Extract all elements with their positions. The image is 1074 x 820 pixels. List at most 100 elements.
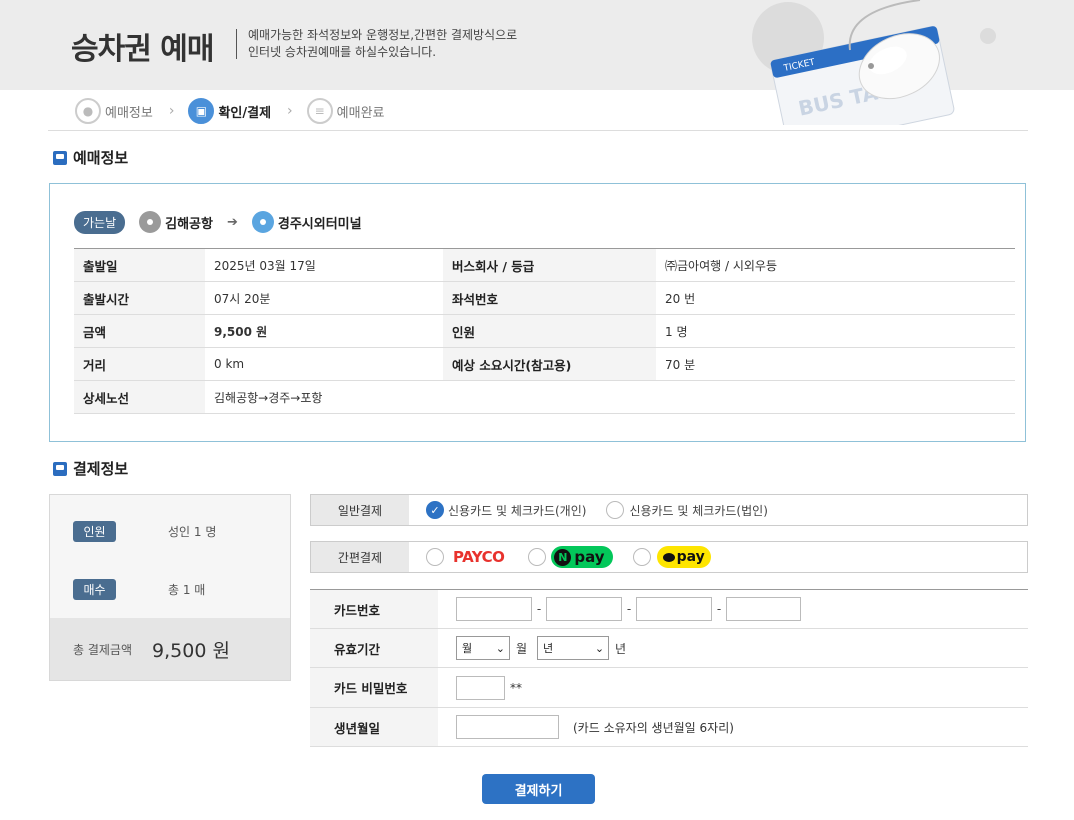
birthdate-row: 생년월일 (카드 소유자의 생년월일 6자리) xyxy=(310,707,1028,747)
section-title-reservation: 예매정보 xyxy=(53,147,128,168)
row-header: 예상 소요시간(참고용) xyxy=(443,347,656,381)
step-label: 예매정보 xyxy=(105,105,153,121)
radio-button[interactable] xyxy=(606,501,625,519)
row-header: 금액 xyxy=(74,314,205,348)
summary-total-row: 총 결제금액 9,500 원 xyxy=(50,618,290,680)
total-label: 총 결제금액 xyxy=(73,642,133,657)
row-value: 07시 20분 xyxy=(205,281,443,315)
arrival-pin-icon xyxy=(251,211,274,233)
radio-button[interactable] xyxy=(632,548,651,566)
chevron-right-icon: › xyxy=(168,103,175,119)
row-value: 1 명 xyxy=(656,314,1015,348)
expiry-year-select[interactable]: 년 ⌄ xyxy=(537,636,610,660)
option-naver-pay[interactable]: N pay xyxy=(528,546,613,568)
card-number-input-1[interactable] xyxy=(456,597,532,621)
expiry-month-select[interactable]: 월 ⌄ xyxy=(456,636,510,660)
selected-value: 년 xyxy=(543,642,554,655)
progress-steps: ● 예매정보 › ▣ 확인/결제 › ≡ 예매완료 xyxy=(75,97,385,125)
row-value: 20 번 xyxy=(656,281,1015,315)
chevron-right-icon: › xyxy=(287,103,293,119)
birthdate-label: 생년월일 xyxy=(310,707,438,747)
option-personal-card[interactable]: ✓ 신용카드 및 체크카드(개인) xyxy=(426,501,586,519)
naver-n-icon: N xyxy=(554,548,572,566)
route-summary: 가는날 김해공항 ➔ 경주시외터미널 xyxy=(74,209,362,235)
bus-icon xyxy=(53,461,67,476)
price-value: 9,500 원 xyxy=(205,314,443,348)
row-value: 0 km xyxy=(205,347,443,381)
summary-people-row: 인원 성인 1 명 xyxy=(50,521,290,542)
page-title: 승차권 예매 xyxy=(71,32,214,67)
payco-logo: PAYCO xyxy=(453,548,505,566)
people-value: 성인 1 명 xyxy=(168,525,217,539)
row-header: 출발일 xyxy=(74,248,205,282)
card-password-row: 카드 비밀번호 ** xyxy=(310,667,1028,708)
step-confirm-payment: ▣ 확인/결제 xyxy=(188,98,271,124)
step-label: 확인/결제 xyxy=(218,105,272,121)
row-header: 출발시간 xyxy=(74,281,205,315)
chevron-down-icon: ⌄ xyxy=(594,641,605,655)
reservation-detail-table: 출발일 2025년 03월 17일 버스회사 / 등급 ㈜금아여행 / 시외우등… xyxy=(74,248,1015,414)
ticket-count-value: 총 1 매 xyxy=(168,583,206,597)
people-badge: 인원 xyxy=(73,521,116,542)
card-number-fields: --- xyxy=(438,589,1028,629)
card-password-fields: ** xyxy=(438,667,1028,708)
table-row: 출발일 2025년 03월 17일 버스회사 / 등급 ㈜금아여행 / 시외우등 xyxy=(74,248,1015,282)
ticket-count-badge: 매수 xyxy=(73,579,116,600)
row-header: 인원 xyxy=(443,314,656,348)
expiry-row: 유효기간 월 ⌄ 월 년 ⌄ 년 xyxy=(310,628,1028,668)
radio-button[interactable] xyxy=(426,548,444,566)
row-header: 버스회사 / 등급 xyxy=(443,248,656,282)
section-title-text: 예매정보 xyxy=(73,149,129,167)
trip-direction-badge: 가는날 xyxy=(74,210,126,234)
month-unit: 월 xyxy=(516,641,528,656)
table-row: 상세노선 김해공항→경주→포항 xyxy=(74,380,1015,414)
card-password-label: 카드 비밀번호 xyxy=(310,667,438,708)
pay-button[interactable]: 결제하기 xyxy=(482,774,595,804)
row-header: 거리 xyxy=(74,347,205,381)
speech-bubble-icon xyxy=(662,552,675,562)
kakao-pay-logo: pay xyxy=(656,546,711,568)
dash-separator: - xyxy=(626,602,632,616)
option-kakao-pay[interactable]: pay xyxy=(632,546,711,568)
row-value: 70 분 xyxy=(656,347,1015,381)
checkmark-icon[interactable]: ✓ xyxy=(426,501,444,519)
radio-button[interactable] xyxy=(528,548,547,566)
chevron-down-icon: ⌄ xyxy=(495,641,505,655)
payment-summary: 인원 성인 1 명 매수 총 1 매 총 결제금액 9,500 원 xyxy=(49,494,291,681)
step-label: 예매완료 xyxy=(336,105,385,121)
option-payco[interactable]: PAYCO xyxy=(426,548,505,566)
naver-pay-text: pay xyxy=(574,548,605,566)
password-suffix: ** xyxy=(510,680,522,695)
route-detail-value: 김해공항→경주→포항 xyxy=(205,380,1015,414)
step-reservation-complete: ≡ 예매완료 xyxy=(306,98,385,124)
table-row: 거리 0 km 예상 소요시간(참고용) 70 분 xyxy=(74,347,1015,381)
card-password-input[interactable] xyxy=(456,675,505,700)
arrival-terminal: 경주시외터미널 xyxy=(277,216,362,232)
kakao-pay-text: pay xyxy=(676,549,705,565)
total-amount: 9,500 원 xyxy=(152,639,230,662)
arrow-right-icon: ➔ xyxy=(226,214,238,230)
card-number-input-4[interactable] xyxy=(726,597,801,621)
card-number-input-3[interactable] xyxy=(636,597,712,621)
table-row: 출발시간 07시 20분 좌석번호 20 번 xyxy=(74,281,1015,315)
table-row: 금액 9,500 원 인원 1 명 xyxy=(74,314,1015,348)
general-payment-bar: 일반결제 ✓ 신용카드 및 체크카드(개인) 신용카드 및 체크카드(법인) xyxy=(310,494,1028,526)
ticket-mouse-illustration: TICKET BUS TAGO xyxy=(750,0,1074,125)
birthdate-fields: (카드 소유자의 생년월일 6자리) xyxy=(438,707,1028,747)
year-unit: 년 xyxy=(615,641,627,656)
card-number-input-2[interactable] xyxy=(546,597,622,621)
card-number-row: 카드번호 - - - xyxy=(310,589,1028,629)
expiry-label: 유효기간 xyxy=(310,628,438,668)
option-corporate-card[interactable]: 신용카드 및 체크카드(법인) xyxy=(606,501,768,519)
description-line-2: 인터넷 승차권예매를 하실수있습니다. xyxy=(248,45,437,59)
birthdate-input[interactable] xyxy=(456,715,559,739)
row-header: 좌석번호 xyxy=(443,281,656,315)
departure-terminal: 김해공항 xyxy=(165,216,213,232)
row-value: 2025년 03월 17일 xyxy=(205,248,443,282)
monitor-icon: ▣ xyxy=(188,98,215,124)
easy-payment-label: 간편결제 xyxy=(311,542,409,572)
general-payment-label: 일반결제 xyxy=(311,495,409,525)
document-icon: ≡ xyxy=(306,98,333,124)
steps-divider xyxy=(48,130,1028,131)
option-label: 신용카드 및 체크카드(법인) xyxy=(629,503,768,518)
